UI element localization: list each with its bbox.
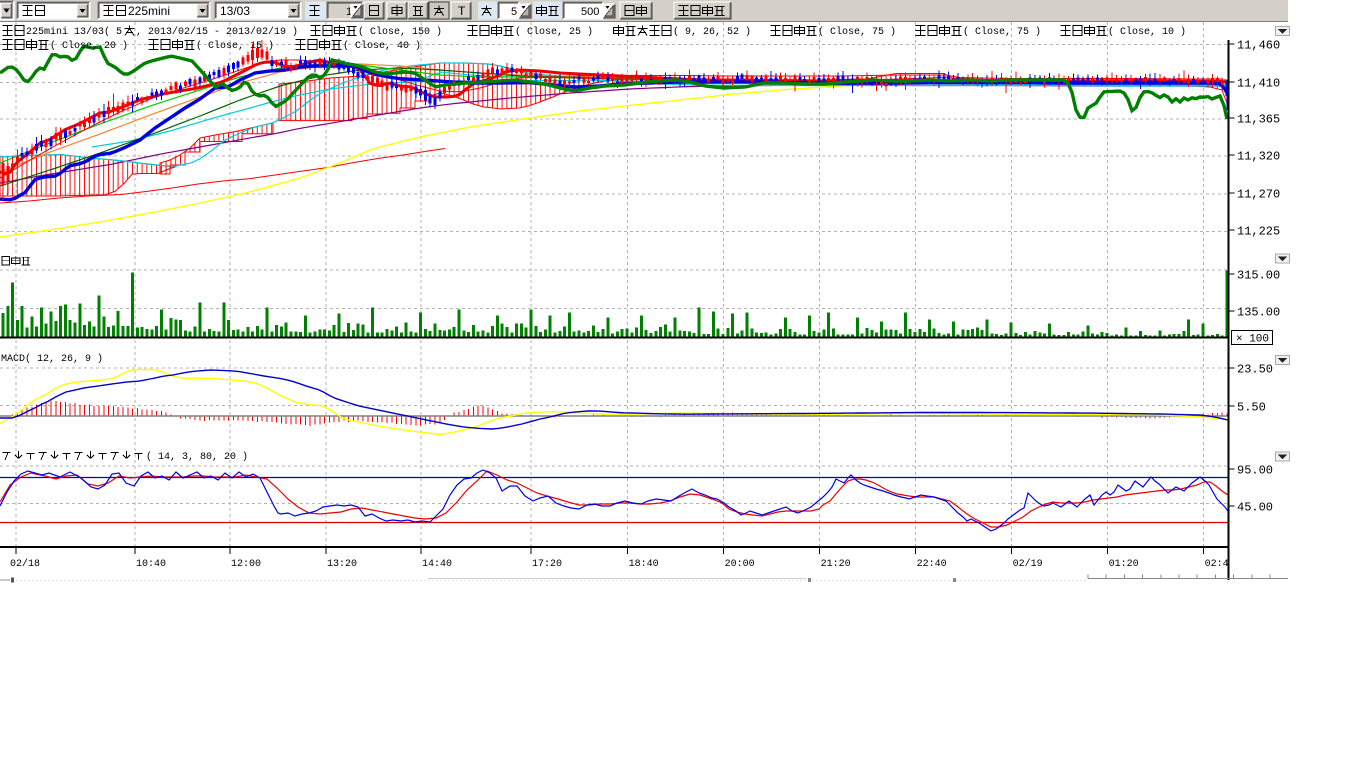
svg-text:17:20: 17:20 <box>532 559 562 570</box>
svg-text:225mini 13/03( 5: 225mini 13/03( 5 <box>26 26 122 38</box>
svg-text:02:4: 02:4 <box>1205 559 1229 570</box>
svg-text:02/18: 02/18 <box>10 558 40 570</box>
svg-text:20:00: 20:00 <box>725 559 755 570</box>
svg-text:21:20: 21:20 <box>821 559 851 570</box>
svg-text:11,270: 11,270 <box>1237 188 1280 202</box>
svg-text:14:40: 14:40 <box>422 559 452 570</box>
svg-text:( Close, 75 ): ( Close, 75 ) <box>818 26 896 38</box>
svg-text:02/19: 02/19 <box>1013 558 1043 570</box>
svg-text:11,410: 11,410 <box>1237 77 1280 91</box>
svg-text:( Close, 40 ): ( Close, 40 ) <box>343 40 421 52</box>
svg-text:( Close, 75 ): ( Close, 75 ) <box>963 26 1041 38</box>
svg-text:( Close, 15 ): ( Close, 15 ) <box>196 40 274 52</box>
svg-text:11,225: 11,225 <box>1237 225 1280 239</box>
svg-text:13/03: 13/03 <box>220 4 250 18</box>
svg-text:11,365: 11,365 <box>1237 113 1280 127</box>
svg-text:225mini: 225mini <box>128 4 170 18</box>
svg-text:, 2013/02/15 - 2013/02/19 ): , 2013/02/15 - 2013/02/19 ) <box>136 26 298 38</box>
svg-text:11,460: 11,460 <box>1237 39 1280 53</box>
svg-text:12:00: 12:00 <box>231 559 261 570</box>
svg-text:45.00: 45.00 <box>1237 501 1273 515</box>
svg-text:13:20: 13:20 <box>327 559 357 570</box>
svg-text:( Close, 20 ): ( Close, 20 ) <box>50 40 128 52</box>
svg-text:01:20: 01:20 <box>1109 559 1139 570</box>
svg-text:( Close, 25 ): ( Close, 25 ) <box>515 26 593 38</box>
svg-text:× 100: × 100 <box>1236 334 1269 346</box>
svg-text:18:40: 18:40 <box>629 559 659 570</box>
svg-text:( 9, 26, 52 ): ( 9, 26, 52 ) <box>673 26 751 38</box>
svg-text:135.00: 135.00 <box>1237 306 1280 320</box>
svg-text:5: 5 <box>511 6 517 18</box>
svg-text:23.50: 23.50 <box>1237 363 1273 377</box>
svg-text:( 14, 3, 80, 20 ): ( 14, 3, 80, 20 ) <box>146 451 248 463</box>
svg-text:95.00: 95.00 <box>1237 464 1273 478</box>
svg-text:22:40: 22:40 <box>917 559 947 570</box>
svg-text:10:40: 10:40 <box>136 559 166 570</box>
svg-text:T: T <box>458 4 466 18</box>
svg-text:315.00: 315.00 <box>1237 269 1280 283</box>
svg-text:( Close, 10 ): ( Close, 10 ) <box>1108 26 1186 38</box>
svg-text:5.50: 5.50 <box>1237 401 1266 415</box>
svg-text:11,320: 11,320 <box>1237 150 1280 164</box>
svg-text:MACD( 12, 26, 9 ): MACD( 12, 26, 9 ) <box>1 353 103 365</box>
svg-text:( Close, 150 ): ( Close, 150 ) <box>358 26 442 38</box>
svg-text:500: 500 <box>581 6 599 18</box>
